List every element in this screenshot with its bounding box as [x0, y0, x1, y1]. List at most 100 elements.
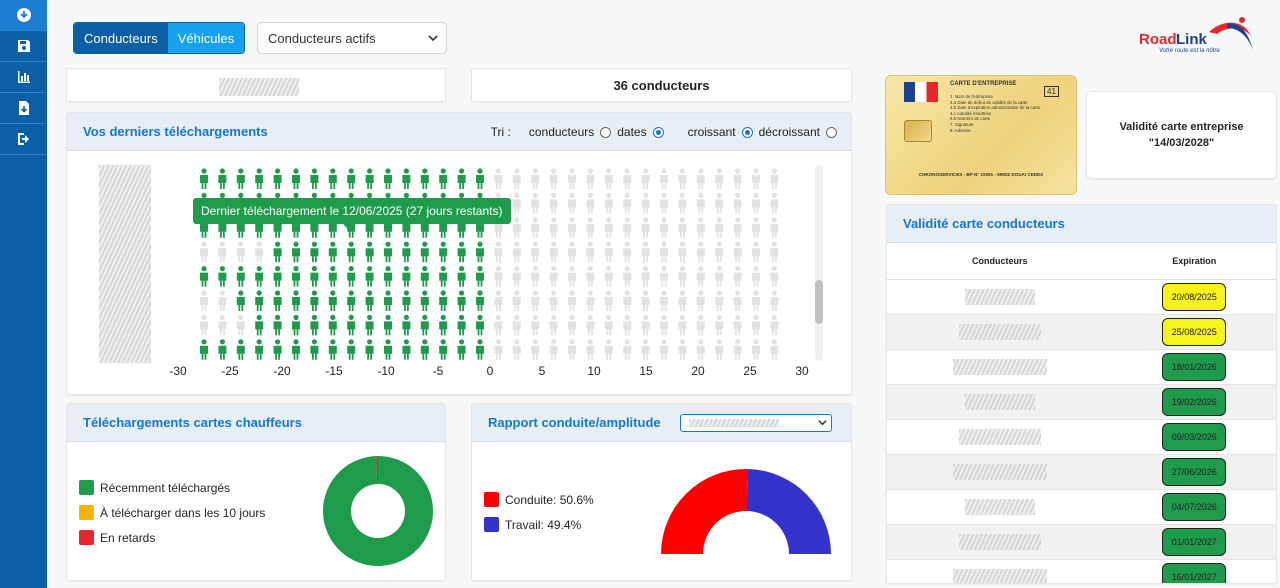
person-icon — [623, 266, 632, 287]
person-icon — [531, 192, 540, 214]
chart-scrollbar-thumb[interactable] — [815, 280, 823, 324]
legend-swatch — [484, 492, 499, 507]
sort-conducteurs-label: conducteurs — [528, 125, 595, 139]
expiration-badge: 16/01/2027 — [1162, 562, 1227, 583]
card-title: CARTE D'ENTREPRISE — [950, 81, 1017, 87]
person-icon — [586, 217, 595, 238]
person-icon — [660, 314, 668, 336]
expiration-badge: 20/08/2025 — [1162, 282, 1227, 311]
person-icon — [586, 314, 595, 336]
sidebar-item-save[interactable] — [0, 31, 47, 62]
table-row: 18/01/2026 — [887, 349, 1276, 385]
chart-scrollbar-track[interactable] — [815, 165, 823, 361]
person-icon — [255, 290, 264, 311]
save-icon — [17, 40, 30, 52]
order-decroissant-radio[interactable] — [826, 126, 837, 138]
sort-conducteurs-radio[interactable] — [600, 126, 612, 138]
person-icon — [512, 339, 521, 360]
person-icon — [273, 266, 282, 287]
card-issuer: CHRONOSERVICES - BP N° 10061 - 59502 DOU… — [918, 172, 1044, 177]
person-icon — [457, 290, 466, 311]
company-validity-label: Validité carte entreprise — [1119, 121, 1244, 133]
logout-icon — [17, 133, 29, 145]
sidebar-item-logout[interactable] — [0, 124, 47, 155]
person-icon — [310, 339, 319, 360]
person-icon — [273, 290, 282, 311]
person-icon — [328, 241, 337, 263]
person-icon — [420, 266, 429, 287]
person-icon — [218, 339, 227, 360]
person-icon — [255, 266, 264, 287]
person-icon — [641, 217, 650, 238]
drivers-validity-table: Conducteurs Expiration 20/08/2025 25/08/2… — [887, 243, 1276, 583]
person-icon — [218, 314, 227, 336]
legend-swatch — [79, 480, 94, 495]
download-tooltip: Dernier téléchargement le 12/06/2025 (27… — [193, 198, 511, 230]
person-icon — [347, 241, 356, 263]
person-icon — [770, 168, 779, 189]
person-icon — [200, 168, 208, 189]
person-icon — [236, 241, 245, 263]
person-icon — [292, 168, 300, 189]
person-icon — [365, 168, 374, 189]
person-icon — [512, 168, 521, 189]
redacted-driver-name — [952, 358, 1047, 375]
person-icon — [402, 290, 411, 311]
person-icon — [660, 290, 668, 311]
person-icon — [641, 192, 650, 214]
driving-ratio-title: Rapport conduite/amplitude — [488, 415, 661, 430]
person-icon — [752, 241, 760, 263]
person-icon — [476, 314, 484, 336]
person-icon — [568, 314, 576, 336]
person-icon — [236, 339, 245, 360]
person-icon — [715, 290, 724, 311]
person-icon — [402, 314, 411, 336]
sort-controls: Tri : conducteurs dates croissant décroi… — [491, 125, 837, 139]
person-icon — [733, 217, 742, 238]
driver-filter-select[interactable]: Conducteurs actifs — [257, 22, 447, 54]
order-croissant-radio[interactable] — [741, 126, 753, 138]
redacted-driver-name — [964, 498, 1035, 515]
person-icon — [568, 266, 576, 287]
driver-select[interactable] — [680, 414, 832, 432]
table-row: 27/06/2026 — [887, 454, 1276, 490]
sort-dates-label: dates — [617, 125, 647, 139]
legend-swatch — [79, 505, 94, 520]
vehicules-button[interactable]: Véhicules — [167, 23, 245, 53]
person-icon — [328, 314, 337, 336]
person-icon — [660, 217, 668, 238]
x-axis-tick-label: -15 — [325, 364, 343, 378]
expiration-cell: 27/06/2026 — [1112, 454, 1276, 490]
expiration-cell: 01/01/2027 — [1112, 524, 1276, 560]
person-icon — [402, 266, 411, 287]
legend-label: Conduite: 50.6% — [505, 492, 594, 507]
person-icon — [365, 339, 374, 360]
person-icon — [236, 168, 245, 189]
sidebar-item-export[interactable] — [0, 93, 47, 124]
person-icon — [623, 217, 632, 238]
person-icon — [752, 168, 760, 189]
expiration-cell: 16/01/2027 — [1112, 559, 1276, 583]
person-icon — [531, 339, 540, 360]
driver-count: 36 conducteurs — [613, 77, 710, 93]
person-icon — [439, 339, 448, 360]
person-icon — [604, 290, 613, 311]
person-icon — [586, 339, 595, 360]
sort-dates-radio[interactable] — [652, 126, 664, 138]
person-icon — [696, 339, 705, 360]
expiration-cell: 18/01/2026 — [1112, 349, 1276, 385]
expiration-cell: 19/02/2026 — [1112, 384, 1276, 420]
person-icon — [678, 314, 687, 336]
person-icon — [531, 314, 540, 336]
person-icon — [439, 314, 448, 336]
person-icon — [420, 339, 429, 360]
person-icon — [641, 290, 650, 311]
sidebar-item-download[interactable] — [0, 0, 47, 31]
person-icon — [531, 217, 540, 238]
conducteurs-button[interactable]: Conducteurs — [74, 23, 168, 53]
expiration-badge: 27/06/2026 — [1162, 457, 1227, 486]
person-icon — [200, 266, 208, 287]
sidebar-item-stats[interactable] — [0, 62, 47, 93]
person-icon — [641, 314, 650, 336]
person-icon — [568, 290, 576, 311]
